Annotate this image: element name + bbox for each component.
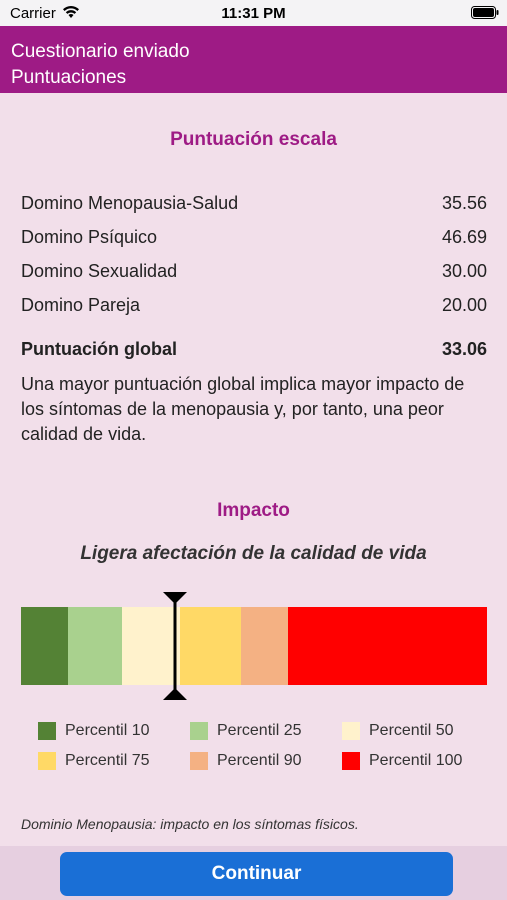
global-score-value: 33.06 [441, 339, 487, 359]
global-score-row: Puntuación global 33.06 [21, 339, 487, 365]
legend-swatch [190, 722, 208, 740]
legend-swatch [38, 752, 56, 770]
score-row: Domino Psíquico 46.69 [21, 227, 487, 253]
score-value: 20.00 [441, 295, 487, 315]
legend-label: Percentil 25 [217, 722, 302, 739]
impact-segment [241, 607, 288, 685]
score-label: Domino Menopausia-Salud [21, 193, 239, 213]
impact-marker [162, 592, 188, 700]
footnote: Dominio Menopausia: impacto en los sínto… [21, 816, 359, 832]
nav-header: Cuestionario enviado Puntuaciones [0, 26, 507, 93]
legend-label: Percentil 75 [65, 752, 150, 769]
status-bar: Carrier 11:31 PM [0, 0, 507, 26]
legend-swatch [342, 722, 360, 740]
legend-swatch [190, 752, 208, 770]
nav-subtitle: Puntuaciones [11, 67, 127, 88]
impact-segment [180, 607, 241, 685]
score-value: 46.69 [441, 227, 487, 247]
score-row: Domino Pareja 20.00 [21, 295, 487, 321]
clock: 11:31 PM [221, 5, 286, 22]
scores-title: Puntuación escala [170, 129, 337, 150]
legend-swatch [38, 722, 56, 740]
continue-button[interactable]: Continuar [60, 852, 453, 896]
score-row: Domino Sexualidad 30.00 [21, 261, 487, 287]
impact-title: Impacto [217, 500, 290, 521]
score-description: Una mayor puntuación global implica mayo… [21, 374, 465, 444]
legend-label: Percentil 10 [65, 722, 150, 739]
score-label: Domino Psíquico [21, 227, 158, 247]
impact-segment [68, 607, 122, 685]
global-score-label: Puntuación global [21, 339, 177, 359]
impact-scale-bar [21, 607, 487, 685]
legend-label: Percentil 100 [369, 752, 463, 769]
score-label: Domino Pareja [21, 295, 141, 315]
score-value: 30.00 [441, 261, 487, 281]
battery-icon [471, 6, 499, 23]
score-row: Domino Menopausia-Salud 35.56 [21, 193, 487, 219]
legend-swatch [342, 752, 360, 770]
legend-label: Percentil 90 [217, 752, 302, 769]
impact-text: Ligera afectación de la calidad de vida [80, 543, 427, 564]
score-value: 35.56 [441, 193, 487, 213]
legend-label: Percentil 50 [369, 722, 454, 739]
impact-segment [288, 607, 487, 685]
impact-segment [21, 607, 68, 685]
nav-title: Cuestionario enviado [11, 41, 190, 62]
score-label: Domino Sexualidad [21, 261, 178, 281]
